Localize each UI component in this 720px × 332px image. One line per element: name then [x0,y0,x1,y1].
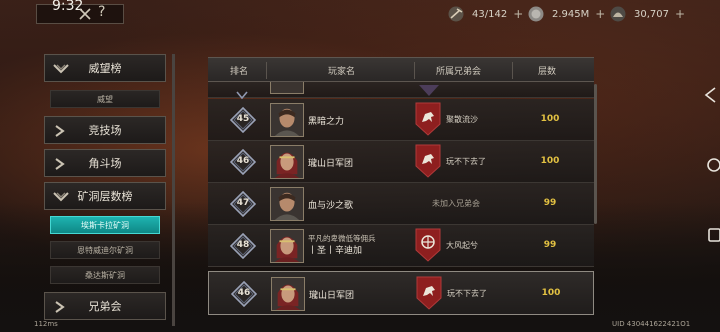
header-divider [414,62,415,79]
header-rank: 排名 [230,67,249,77]
latency-readout: 112ms [34,320,58,328]
guild-emblem-icon [416,276,442,310]
guild-name: 未加入兄弟会 [432,199,480,208]
table-header: 排名 玩家名 所属兄弟会 层数 [208,57,594,82]
add-helmet-button[interactable]: + [675,7,685,21]
sidebar-item-colosseum[interactable]: 角斗场 [44,149,166,177]
header-divider [266,62,267,79]
avatar [271,277,305,311]
guild-emblem-icon [418,82,440,96]
avatar [270,82,304,94]
chevron-right-icon [55,158,65,170]
avatar [270,229,304,263]
guild-name: 大风起兮 [446,241,478,250]
sidebar-item-label: 威望榜 [88,62,122,75]
sidebar-scrollbar[interactable] [172,54,175,326]
sub-item-sandas-mine[interactable]: 桑达斯矿洞 [50,266,160,284]
sidebar-item-brotherhood[interactable]: 兄弟会 [44,292,166,320]
resource-helmet-value: 30,707 [634,8,669,20]
rank-number: 48 [236,240,250,250]
player-name: 血与沙之歌 [308,201,354,211]
rank-number: 46 [236,156,250,166]
rank-number: 46 [237,288,251,298]
user-id: UID 430441622421O1 [612,320,691,328]
helmet-icon [608,6,628,22]
chevron-right-icon [55,125,65,137]
sidebar-item-label: 竞技场 [88,124,122,137]
header-player: 玩家名 [328,67,356,77]
sidebar-item-prestige[interactable]: 威望榜 [44,54,166,82]
close-icon[interactable] [76,6,94,22]
sidebar: 威望榜 威望 竞技场 角斗场 矿洞层数榜 埃斯卡拉矿洞 恩特威迪尔矿洞 桑达斯矿… [44,54,168,332]
floor-count: 100 [540,114,560,124]
chevron-down-icon [53,192,69,202]
header-guild: 所属兄弟会 [436,67,482,77]
resource-pickaxe: 43/142 + [446,6,523,22]
header-divider [512,62,513,79]
add-pickaxe-button[interactable]: + [513,7,523,21]
pickaxe-icon [446,6,466,22]
player-title: 平凡的卑微低等佣兵 [308,234,376,243]
sub-item-entwidil-mine[interactable]: 恩特威迪尔矿洞 [50,241,160,259]
table-row-partial [208,82,594,100]
guild-name: 玩不下去了 [447,289,487,298]
player-name: 黑暗之力 [308,117,345,127]
rank-number: 45 [236,114,250,124]
guild-emblem-icon [415,144,441,178]
avatar [270,145,304,179]
table-row[interactable]: 45 黑暗之力 聚散流沙 100 [208,99,594,141]
floor-count: 100 [541,288,561,298]
my-rank-row[interactable]: 46 瓏山日军团 玩不下去了 100 [208,271,594,315]
help-button[interactable]: ? [98,4,105,20]
resource-helmet: 30,707 + [608,6,685,22]
sidebar-item-arena[interactable]: 竞技场 [44,116,166,144]
recent-apps-icon[interactable] [702,226,720,244]
guild-emblem-icon [415,228,441,262]
rank-number: 47 [236,198,250,208]
player-name-text: 丨圣丨辛迪加 [308,246,363,256]
rank-badge-icon [236,84,248,100]
resource-silver: 2.945M + [526,6,605,22]
guild-name: 聚散流沙 [446,115,478,124]
leaderboard-table: 排名 玩家名 所属兄弟会 层数 45 黑暗之力 聚散流沙 100 46 瓏山日军… [208,57,594,332]
sidebar-item-label: 兄弟会 [88,300,122,313]
table-row[interactable]: 46 瓏山日军团 玩不下去了 100 [208,141,594,183]
header-floors: 层数 [538,67,557,77]
table-scrollbar[interactable] [594,84,597,224]
home-icon[interactable] [702,156,720,174]
player-name: 平凡的卑微低等佣兵 丨圣丨辛迪加 [308,233,376,257]
floor-count: 99 [543,198,557,208]
sidebar-item-label: 矿洞层数榜 [77,190,133,203]
avatar [270,103,304,137]
add-silver-button[interactable]: + [595,7,605,21]
guild-name: 玩不下去了 [446,157,486,166]
floor-count: 99 [543,240,557,250]
sub-item-prestige[interactable]: 威望 [50,90,160,108]
resource-pickaxe-value: 43/142 [472,8,508,20]
table-row[interactable]: 47 血与沙之歌 未加入兄弟会 99 [208,183,594,225]
chevron-down-icon [53,64,69,74]
back-icon[interactable] [702,86,720,104]
sidebar-item-label: 角斗场 [88,157,122,170]
sidebar-item-mine-floors[interactable]: 矿洞层数榜 [44,182,166,210]
player-name: 瓏山日军团 [309,291,355,301]
silver-coin-icon [526,6,546,22]
chevron-right-icon [55,301,65,313]
avatar [270,187,304,221]
floor-count: 100 [540,156,560,166]
player-name: 瓏山日军团 [308,159,354,169]
resource-silver-value: 2.945M [552,8,590,20]
guild-emblem-icon [415,102,441,136]
table-row[interactable]: 48 平凡的卑微低等佣兵 丨圣丨辛迪加 大风起兮 99 [208,225,594,267]
sub-item-escalar-mine[interactable]: 埃斯卡拉矿洞 [50,216,160,234]
